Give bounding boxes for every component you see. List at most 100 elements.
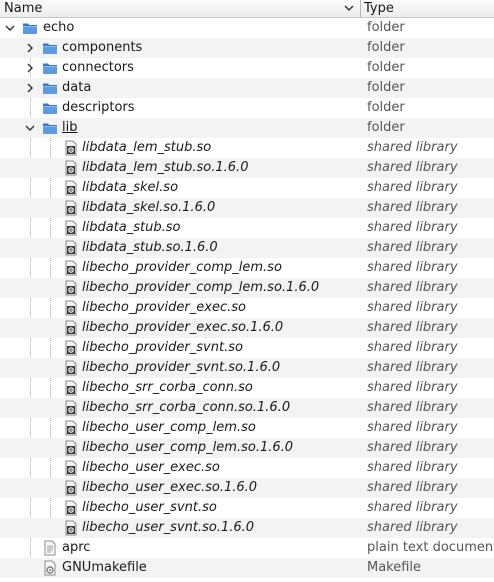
file-name: descriptors [62,100,135,115]
tree-row[interactable]: libecho_srr_corba_conn.so shared library [0,378,494,398]
file-name: GNUmakefile [62,560,147,575]
tree-row[interactable]: components folder [0,38,494,58]
shared-library-icon [65,240,77,256]
tree-row[interactable]: libdata_skel.so.1.6.0 shared library [0,198,494,218]
file-name: libdata_skel.so.1.6.0 [82,200,216,215]
expand-right-chevron-icon[interactable] [24,62,36,74]
tree-row[interactable]: lib folder [0,118,494,138]
tree-row[interactable]: libecho_provider_exec.so shared library [0,298,494,318]
file-type: folder [367,100,405,115]
tree-row[interactable]: libecho_provider_comp_lem.so.1.6.0 shared… [0,278,494,298]
makefile-icon [44,560,56,576]
tree-row[interactable]: libecho_user_exec.so.1.6.0 shared library [0,478,494,498]
file-name: libecho_user_svnt.so [82,500,217,515]
file-name: data [62,80,92,95]
file-name: libecho_user_comp_lem.so [82,420,256,435]
folder-icon [43,63,57,74]
tree-row[interactable]: libecho_user_exec.so shared library [0,458,494,478]
tree-row[interactable]: libecho_srr_corba_conn.so.1.6.0 shared li… [0,398,494,418]
shared-library-icon [65,180,77,196]
file-type: shared library [367,520,458,535]
tree-row[interactable]: data folder [0,78,494,98]
shared-library-icon [65,480,77,496]
tree-row[interactable]: libecho_provider_svnt.so shared library [0,338,494,358]
shared-library-icon [65,520,77,536]
file-name: libdata_lem_stub.so.1.6.0 [82,160,249,175]
file-name: libdata_stub.so [82,220,181,235]
tree-row[interactable]: libdata_stub.so shared library [0,218,494,238]
file-type: shared library [367,500,458,515]
file-type: folder [367,40,405,55]
file-name: libecho_provider_comp_lem.so.1.6.0 [82,280,320,295]
file-type: shared library [367,380,458,395]
tree-row[interactable]: libdata_lem_stub.so shared library [0,138,494,158]
file-type: folder [367,80,405,95]
file-name: libdata_stub.so.1.6.0 [82,240,218,255]
file-name: libecho_user_svnt.so.1.6.0 [82,520,255,535]
file-name: echo [43,20,75,35]
tree-row[interactable]: libecho_user_comp_lem.so shared library [0,418,494,438]
shared-library-icon [65,360,77,376]
tree-row[interactable]: descriptors folder [0,98,494,118]
expand-right-chevron-icon[interactable] [24,82,36,94]
tree-row[interactable]: echo folder [0,18,494,38]
expand-down-chevron-icon[interactable] [24,122,36,134]
file-name: libecho_provider_svnt.so.1.6.0 [82,360,281,375]
tree-row[interactable]: libecho_provider_comp_lem.so shared libra… [0,258,494,278]
tree-row[interactable]: GNUmakefile Makefile [0,558,494,578]
tree-row[interactable]: libdata_skel.so shared library [0,178,494,198]
sort-chevron-icon[interactable] [343,2,355,14]
file-name: libecho_provider_exec.so [82,300,246,315]
file-type: shared library [367,320,458,335]
file-type: folder [367,60,405,75]
tree-row[interactable]: libdata_stub.so.1.6.0 shared library [0,238,494,258]
file-name: libecho_provider_svnt.so [82,340,243,355]
file-name: libecho_srr_corba_conn.so [82,380,253,395]
shared-library-icon [65,160,77,176]
file-name: components [62,40,143,55]
tree-row[interactable]: libecho_user_svnt.so.1.6.0 shared library [0,518,494,538]
shared-library-icon [65,200,77,216]
tree-row[interactable]: libecho_provider_exec.so.1.6.0 shared lib… [0,318,494,338]
file-type: shared library [367,360,458,375]
file-type: folder [367,20,405,35]
text-file-icon [44,540,56,556]
folder-icon [43,103,57,114]
file-name: libdata_lem_stub.so [82,140,212,155]
file-type: shared library [367,460,458,475]
file-type: shared library [367,440,458,455]
tree-row[interactable]: libecho_user_comp_lem.so.1.6.0 shared lib… [0,438,494,458]
expand-down-chevron-icon[interactable] [4,22,16,34]
shared-library-icon [65,400,77,416]
tree-row[interactable]: libecho_provider_svnt.so.1.6.0 shared lib… [0,358,494,378]
shared-library-icon [65,220,77,236]
file-type: shared library [367,420,458,435]
file-type: Makefile [367,560,422,575]
shared-library-icon [65,500,77,516]
file-type: shared library [367,200,458,215]
file-type: shared library [367,300,458,315]
file-type: shared library [367,280,458,295]
file-type: shared library [367,140,458,155]
file-type: shared library [367,240,458,255]
shared-library-icon [65,300,77,316]
shared-library-icon [65,280,77,296]
shared-library-icon [65,320,77,336]
tree-row[interactable]: connectors folder [0,58,494,78]
column-header-type[interactable]: Type [360,0,494,17]
folder-icon [43,83,57,94]
column-header-name[interactable]: Name [0,0,360,17]
tree-row[interactable]: libdata_lem_stub.so.1.6.0 shared library [0,158,494,178]
expand-right-chevron-icon[interactable] [24,42,36,54]
tree-row[interactable]: libecho_user_svnt.so shared library [0,498,494,518]
file-type: shared library [367,260,458,275]
file-name: lib [62,120,78,135]
file-type: shared library [367,400,458,415]
tree-row[interactable]: aprc plain text document [0,538,494,558]
shared-library-icon [65,420,77,436]
file-name: libecho_provider_comp_lem.so [82,260,282,275]
file-name: libecho_provider_exec.so.1.6.0 [82,320,284,335]
file-type: shared library [367,160,458,175]
file-type: shared library [367,480,458,495]
folder-icon [43,43,57,54]
